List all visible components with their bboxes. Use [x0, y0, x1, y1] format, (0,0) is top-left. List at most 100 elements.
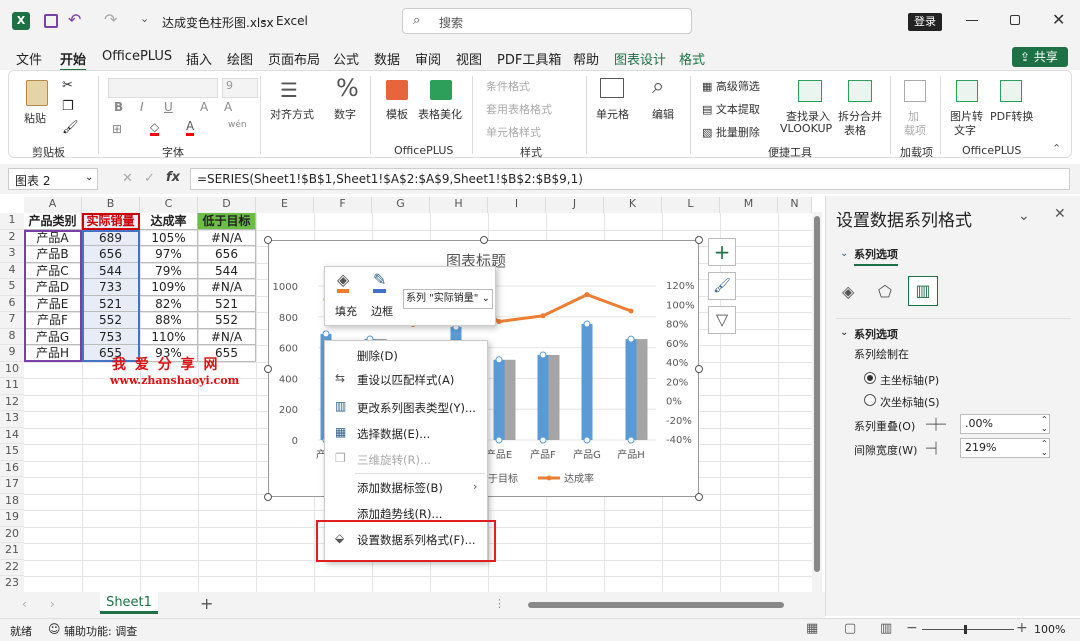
page-break-icon[interactable]: ▥: [880, 621, 892, 636]
fx-icon[interactable]: fx: [166, 170, 180, 185]
menu-delete[interactable]: 删除(D): [325, 345, 487, 367]
pane-close-icon[interactable]: ✕: [1054, 206, 1066, 222]
chart-resize-handle[interactable]: [480, 236, 488, 244]
overlap-input[interactable]: .00% ⌃ ⌄: [960, 414, 1050, 434]
bar-actual-sales[interactable]: [537, 354, 549, 440]
row-header[interactable]: 5: [0, 279, 24, 296]
menu-change-chart-type[interactable]: 更改系列图表类型(Y)...: [325, 397, 487, 419]
italic-button[interactable]: I: [140, 100, 144, 114]
minimize-icon[interactable]: [966, 20, 978, 21]
bar-below-target[interactable]: [548, 354, 560, 440]
column-header[interactable]: J: [546, 197, 604, 213]
align-icon[interactable]: ☰: [280, 78, 298, 102]
copy-icon[interactable]: ❐: [62, 99, 74, 114]
name-box[interactable]: 图表 2 ⌄: [8, 168, 98, 190]
prev-sheet-icon[interactable]: ‹: [22, 597, 27, 611]
increase-font-icon[interactable]: A: [200, 100, 208, 114]
tab-insert[interactable]: 插入: [186, 49, 212, 68]
table-cell[interactable]: 105%: [140, 229, 198, 246]
column-header[interactable]: E: [256, 197, 314, 213]
tab-view[interactable]: 视图: [456, 49, 482, 68]
beautify-button[interactable]: 表格美化: [418, 106, 462, 122]
pane-options-icon[interactable]: ⌄: [1018, 208, 1030, 224]
paste-button[interactable]: 粘贴: [24, 110, 46, 126]
pdf-convert-icon[interactable]: [1000, 80, 1022, 102]
text-extract-button[interactable]: ▤ 文本提取: [702, 101, 760, 117]
table-cell[interactable]: 82%: [140, 295, 198, 312]
row-header[interactable]: 21: [0, 543, 24, 560]
tab-file[interactable]: 文件: [16, 49, 42, 68]
cells-button[interactable]: 单元格: [596, 106, 629, 122]
column-header[interactable]: F: [314, 197, 372, 213]
maximize-icon[interactable]: [1010, 15, 1020, 25]
row-header[interactable]: 11: [0, 378, 24, 395]
redo-icon[interactable]: ↷: [104, 10, 117, 29]
column-header[interactable]: C: [140, 197, 198, 213]
row-header[interactable]: 17: [0, 477, 24, 494]
chart-resize-handle[interactable]: [264, 365, 272, 373]
decrease-font-icon[interactable]: A: [224, 100, 232, 114]
save-icon[interactable]: [44, 14, 58, 28]
column-header[interactable]: A: [24, 197, 82, 213]
row-header[interactable]: 2: [0, 229, 24, 246]
bold-button[interactable]: B: [114, 100, 123, 114]
formula-input[interactable]: =SERIES(Sheet1!$B$1,Sheet1!$A$2:$A$9,She…: [190, 168, 1070, 190]
row-header[interactable]: 4: [0, 262, 24, 279]
normal-view-icon[interactable]: ▦: [806, 621, 818, 636]
table-cell[interactable]: #N/A: [198, 328, 256, 345]
collapse-ribbon-icon[interactable]: ⌃: [1052, 142, 1061, 155]
row-header[interactable]: 10: [0, 361, 24, 378]
column-header[interactable]: I: [488, 197, 546, 213]
table-cell[interactable]: 552: [198, 312, 256, 329]
chart-elements-button[interactable]: +: [708, 238, 736, 266]
login-button[interactable]: 登录: [908, 13, 942, 31]
add-sheet-icon[interactable]: +: [200, 594, 213, 613]
row-header[interactable]: 23: [0, 576, 24, 593]
row-header[interactable]: 13: [0, 411, 24, 428]
menu-add-data-labels[interactable]: 添加数据标签(B): [325, 477, 487, 499]
font-size-box[interactable]: 9: [222, 78, 258, 98]
primary-axis-radio[interactable]: [864, 372, 876, 384]
status-accessibility[interactable]: 辅助功能: 调查: [64, 623, 137, 639]
column-header[interactable]: D: [198, 197, 256, 213]
table-label[interactable]: 表格: [844, 122, 866, 138]
zoom-in-icon[interactable]: +: [1016, 620, 1028, 636]
bar-below-target[interactable]: [636, 339, 648, 440]
line-point[interactable]: [496, 319, 502, 325]
table-cell[interactable]: 110%: [140, 328, 198, 345]
tab-pdf-tools[interactable]: PDF工具箱: [497, 49, 561, 68]
percent-icon[interactable]: %: [336, 74, 359, 102]
line-point[interactable]: [584, 292, 590, 298]
img-to-text-icon[interactable]: [956, 80, 978, 102]
zoom-level[interactable]: 100%: [1034, 623, 1065, 636]
cancel-icon[interactable]: ✕: [122, 171, 133, 186]
border-pen-icon[interactable]: ✎: [373, 271, 387, 293]
tab-formulas[interactable]: 公式: [333, 49, 359, 68]
batch-delete-button[interactable]: ▧ 批量删除: [702, 124, 760, 140]
spinner-icon[interactable]: ⌃ ⌄: [1041, 439, 1048, 457]
horizontal-scrollbar[interactable]: [514, 601, 804, 609]
section-series-options[interactable]: 系列选项: [854, 326, 898, 342]
cut-icon[interactable]: ✂: [62, 78, 73, 93]
tab-chart-design[interactable]: 图表设计: [614, 49, 666, 68]
page-layout-icon[interactable]: ▢: [844, 621, 856, 636]
beautify-icon[interactable]: [430, 80, 452, 100]
column-header[interactable]: B: [82, 197, 140, 213]
undo-icon[interactable]: ↶: [68, 10, 81, 29]
tab-review[interactable]: 审阅: [415, 49, 441, 68]
border-button[interactable]: 边框: [371, 303, 393, 319]
row-header[interactable]: 7: [0, 312, 24, 329]
underline-button[interactable]: U: [164, 100, 173, 114]
column-header[interactable]: H: [430, 197, 488, 213]
fill-button[interactable]: 填充: [335, 303, 357, 319]
series-select[interactable]: 系列 "实际销量" ⌄: [403, 289, 493, 309]
row-header[interactable]: 20: [0, 526, 24, 543]
tab-format[interactable]: 格式: [679, 49, 705, 68]
table-cell[interactable]: 109%: [140, 279, 198, 296]
share-button[interactable]: ⇪ 共享: [1012, 47, 1068, 67]
table-cell[interactable]: 97%: [140, 246, 198, 263]
row-header[interactable]: 16: [0, 460, 24, 477]
row-header[interactable]: 19: [0, 510, 24, 527]
template-button[interactable]: 模板: [386, 106, 408, 122]
line-point[interactable]: [628, 308, 634, 314]
